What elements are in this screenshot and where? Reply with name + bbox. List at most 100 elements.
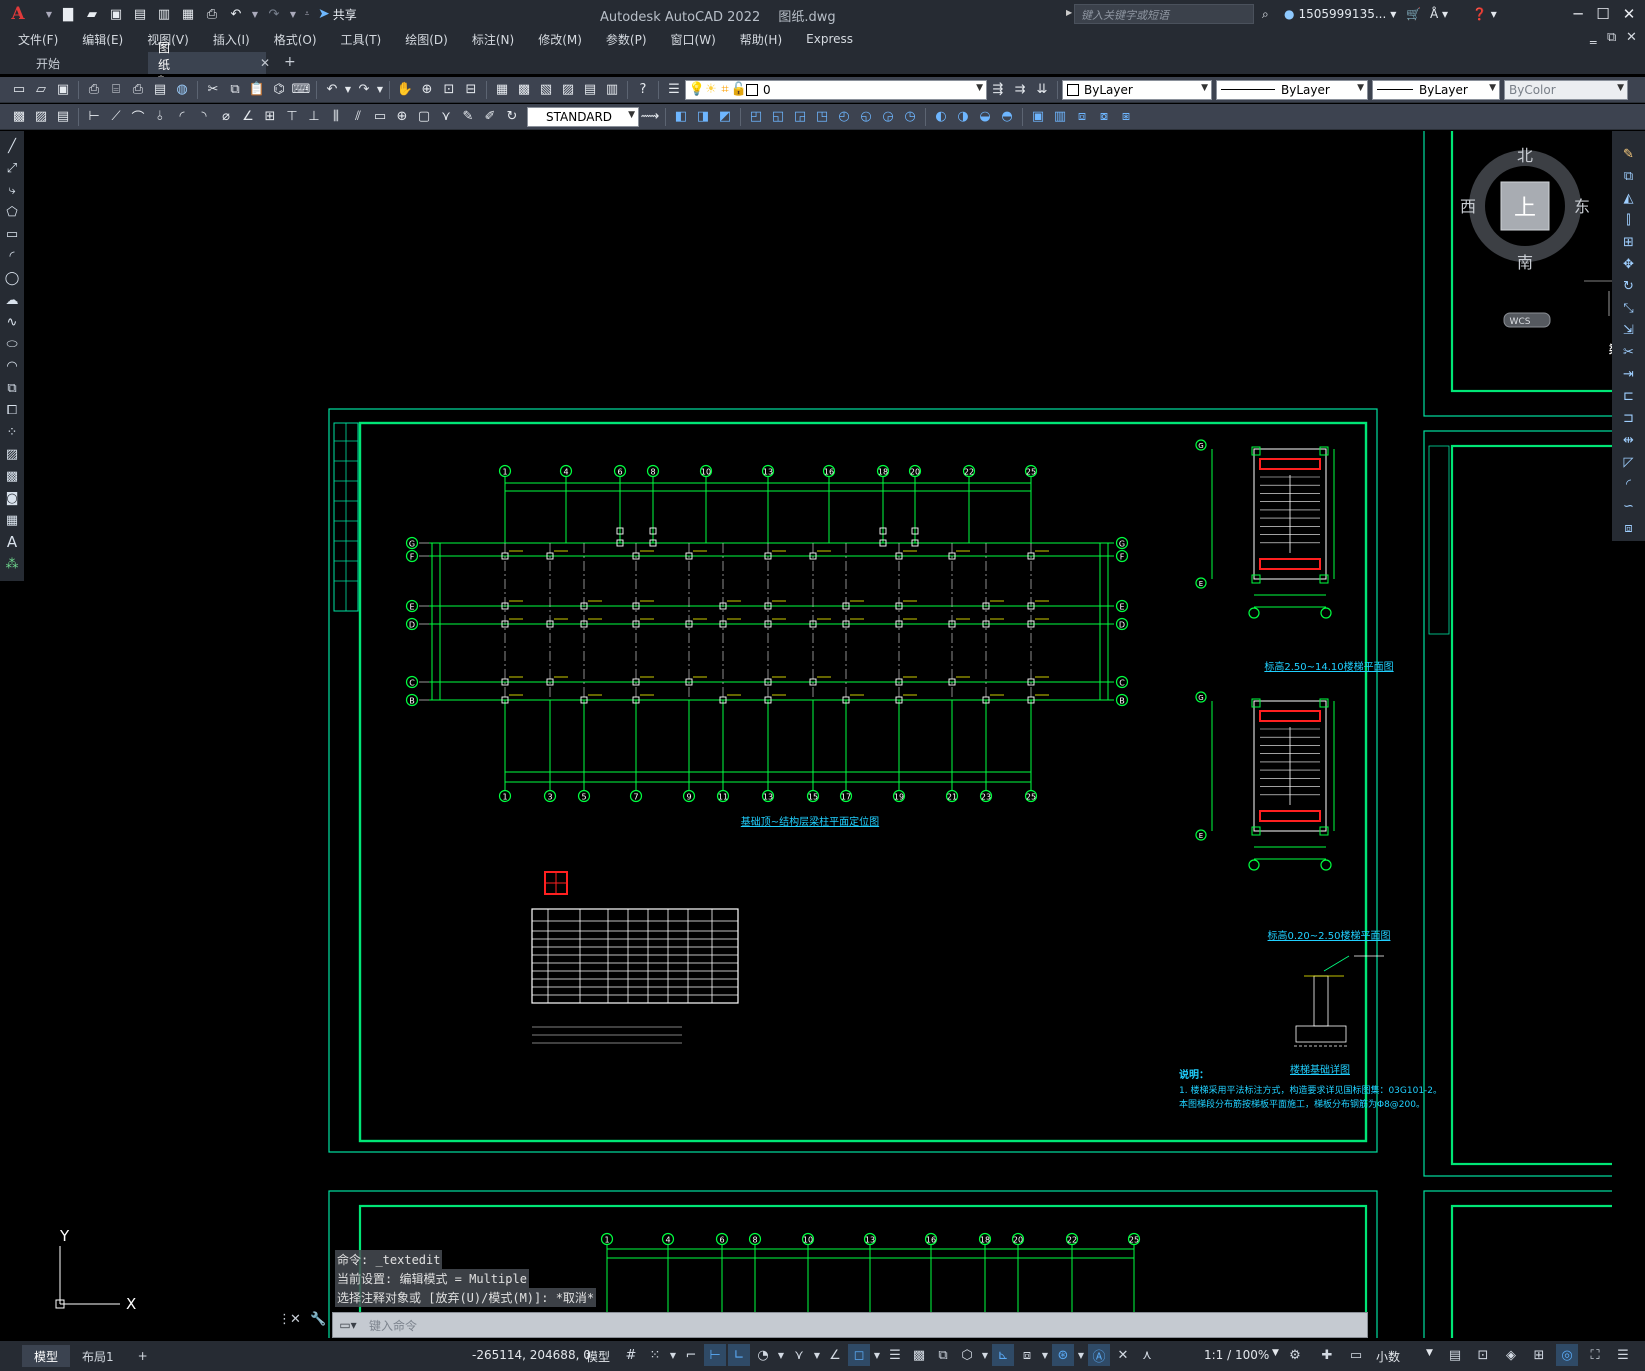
menu-dimension[interactable]: 标注(N) [472, 31, 514, 48]
rectangle-icon[interactable]: ▭ [2, 223, 22, 245]
polar-dropdown-icon[interactable]: ▼ [776, 1344, 786, 1366]
snap-dropdown-icon[interactable]: ▼ [668, 1344, 678, 1366]
selection-filter-dropdown-icon[interactable]: ▼ [1040, 1344, 1050, 1366]
blend-curves-icon[interactable]: ∽ [1618, 495, 1640, 517]
infer-constraints-icon[interactable]: ⌐ [680, 1344, 702, 1366]
rotate-faces-icon[interactable]: ◴ [833, 106, 855, 128]
imprint-icon[interactable]: ◐ [930, 106, 952, 128]
quick-dim-icon[interactable]: ⊞ [259, 106, 281, 128]
menu-tools[interactable]: 工具(T) [341, 31, 382, 48]
polygon-icon[interactable]: ⬠ [2, 201, 22, 223]
trim-icon[interactable]: ✂ [1618, 341, 1640, 363]
angular-dim-icon[interactable]: ∠ [237, 106, 259, 128]
linetype-dropdown[interactable]: ByLayer ▼ [1216, 79, 1368, 100]
solid-edit-icon[interactable]: ▥ [1049, 106, 1071, 128]
publish-web-icon[interactable]: ◍ [171, 79, 193, 101]
coordinates-readout[interactable]: -265114, 204688, 0 [472, 1348, 591, 1362]
properties-icon[interactable]: ▦ [491, 79, 513, 101]
workspace-switch-icon[interactable]: ⚙ [1284, 1344, 1306, 1366]
ordinate-dim-icon[interactable]: ⫰ [149, 106, 171, 128]
slice-icon[interactable]: ⧈ [1071, 106, 1093, 128]
point-icon[interactable]: ⁘ [2, 421, 22, 443]
model-space-button[interactable]: 模型 [586, 1348, 610, 1365]
status-menu-icon[interactable]: ☰ [1612, 1344, 1634, 1366]
dim-edit-icon[interactable]: ✎ [457, 106, 479, 128]
arc-icon[interactable]: ◜ [2, 245, 22, 267]
maximize-button[interactable]: ☐ [1591, 2, 1615, 26]
sheet-set-icon[interactable]: ▥ [154, 4, 174, 24]
snap-icon[interactable]: ⁙ [644, 1344, 666, 1366]
redo-icon[interactable]: ↷ [353, 79, 375, 101]
command-prompt-icon[interactable]: ▭▾ [333, 1314, 363, 1336]
intersect-icon[interactable]: ◩ [714, 106, 736, 128]
menu-insert[interactable]: 插入(I) [213, 31, 250, 48]
dynamic-input-icon[interactable]: ⊢ [704, 1344, 726, 1366]
units-dropdown-icon[interactable]: ▼ [1426, 1348, 1433, 1358]
plot-icon[interactable]: ⎙ [202, 4, 222, 24]
erase-icon[interactable]: ✎ [1618, 143, 1640, 165]
union-icon[interactable]: ◧ [670, 106, 692, 128]
tab-close-icon[interactable]: ✕ [260, 56, 270, 70]
region-icon[interactable]: ◙ [2, 487, 22, 509]
copy-faces-icon[interactable]: ◶ [877, 106, 899, 128]
undo-icon[interactable]: ↶ [226, 4, 246, 24]
save-icon[interactable]: ▣ [52, 79, 74, 101]
customization-icon[interactable]: ⛶ [1584, 1344, 1606, 1366]
selection-filter-icon[interactable]: ⧈ [1016, 1344, 1038, 1366]
save-as-icon[interactable]: ▤ [130, 4, 150, 24]
color-faces-icon[interactable]: ◷ [899, 106, 921, 128]
scale-icon[interactable]: ⤡ [1618, 297, 1640, 319]
linear-dim-icon[interactable]: ⊢ [83, 106, 105, 128]
dim-break-icon[interactable]: ⫽ [347, 106, 369, 128]
layer-state-icon[interactable]: ⇊ [1031, 79, 1053, 101]
chamfer-icon[interactable]: ◸ [1618, 451, 1640, 473]
sheet-set-manager-icon[interactable]: ▨ [557, 79, 579, 101]
user-account[interactable]: ● 1505999135... ▼ [1284, 4, 1396, 24]
design-center-icon[interactable]: ▩ [513, 79, 535, 101]
undo-dropdown-icon[interactable]: ▼ [343, 79, 353, 101]
annotation-scale-icon[interactable]: ⋏ [1136, 1344, 1158, 1366]
dim-update-icon[interactable]: ↻ [501, 106, 523, 128]
layer-properties-icon[interactable]: ☰ [663, 79, 685, 101]
autocad-logo-icon[interactable]: A [6, 2, 30, 26]
plotstyle-dropdown[interactable]: ByColor ▼ [1504, 79, 1628, 100]
break-at-point-icon[interactable]: ⊏ [1618, 385, 1640, 407]
taper-faces-icon[interactable]: ◵ [855, 106, 877, 128]
plot-preview-icon[interactable]: ⌸ [105, 79, 127, 101]
jogged-dim-icon[interactable]: ◝ [193, 106, 215, 128]
object-snap-icon[interactable]: ◻ [848, 1344, 870, 1366]
layer-freeze-icon[interactable]: ☀ [704, 79, 718, 101]
paste-icon[interactable]: 📋 [246, 79, 268, 101]
graphics-performance-icon[interactable]: ⊞ [1528, 1344, 1550, 1366]
drawing-canvas[interactable]: 梁断面 146810131618202225135791113151719212… [24, 131, 1612, 1338]
polyline-icon[interactable]: ⤷ [2, 179, 22, 201]
viewcube-wcs-label[interactable]: WCS [1510, 317, 1531, 327]
selection-cycling-icon[interactable]: ⧉ [932, 1344, 954, 1366]
quickcalc-icon[interactable]: ▥ [601, 79, 623, 101]
stretch-icon[interactable]: ⇲ [1618, 319, 1640, 341]
tab-drawing[interactable]: 图纸* ✕ [148, 41, 270, 87]
layer-previous-icon[interactable]: ⇉ [1009, 79, 1031, 101]
menu-draw[interactable]: 绘图(D) [405, 31, 448, 48]
block-editor-icon[interactable]: ⌨ [290, 79, 312, 101]
open-icon[interactable]: ▱ [30, 79, 52, 101]
dim-text-edit-icon[interactable]: ✐ [479, 106, 501, 128]
continue-dim-icon[interactable]: ⊥ [303, 106, 325, 128]
menu-file[interactable]: 文件(F) [18, 31, 58, 48]
tool-palettes-icon[interactable]: ▧ [535, 79, 557, 101]
publish-icon[interactable]: ⎙ [127, 79, 149, 101]
multiline-text-icon[interactable]: A [2, 531, 22, 553]
annotation-monitor-icon[interactable]: ✚ [1316, 1344, 1338, 1366]
add-selected-icon[interactable]: ⁂ [2, 553, 22, 575]
layer-walk-icon[interactable]: ▨ [30, 106, 52, 128]
construction-line-icon[interactable]: ⤢ [2, 157, 22, 179]
copy-object-icon[interactable]: ⧉ [1618, 165, 1640, 187]
workspace-icon[interactable]: ▩ [8, 106, 30, 128]
scale-dropdown-icon[interactable]: ▼ [1272, 1348, 1279, 1358]
open-icon[interactable]: ▰ [82, 4, 102, 24]
extend-icon[interactable]: ⇥ [1618, 363, 1640, 385]
search-icon[interactable]: ⌕ [1262, 4, 1269, 24]
delete-faces-icon[interactable]: ◳ [811, 106, 833, 128]
jogged-linear-icon[interactable]: ⋎ [435, 106, 457, 128]
move-faces-icon[interactable]: ◱ [767, 106, 789, 128]
